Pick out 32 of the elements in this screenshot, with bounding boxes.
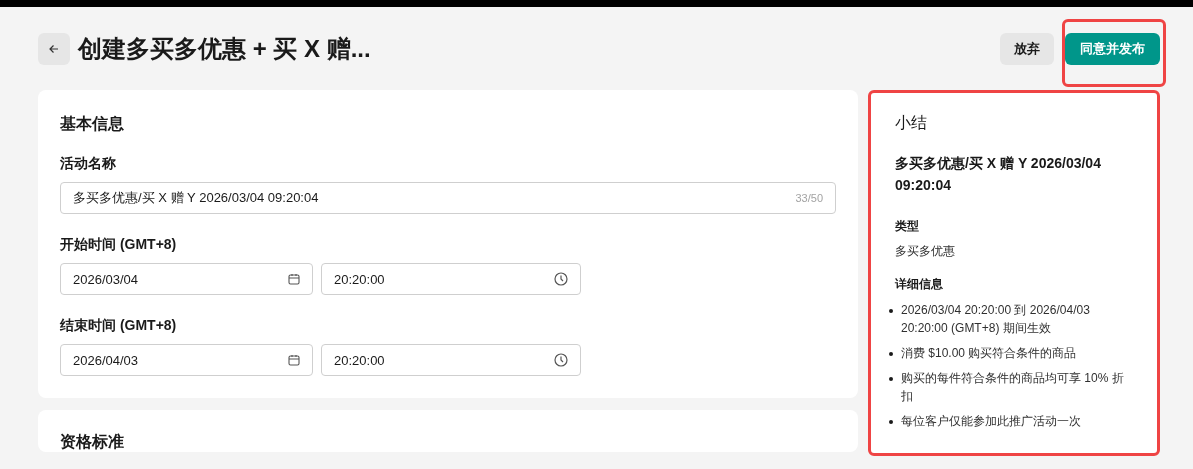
publish-button[interactable]: 同意并发布 — [1065, 33, 1160, 65]
back-arrow-icon — [48, 43, 60, 55]
type-value: 多买多优惠 — [895, 243, 956, 260]
time-field[interactable]: 20:20:00 — [321, 344, 581, 376]
back-button[interactable] — [38, 33, 70, 65]
date-field[interactable]: 2026/04/03 — [60, 344, 313, 376]
bullet-icon — [889, 420, 893, 424]
bullet-icon — [889, 377, 893, 381]
bullet-icon — [889, 352, 893, 356]
detail-item: 购买的每件符合条件的商品均可享 10% 折扣 — [901, 370, 1125, 405]
clock-icon — [554, 272, 568, 286]
section-title: 基本信息 — [60, 114, 125, 134]
date-field[interactable]: 2026/03/04 — [60, 263, 313, 295]
field-label: 活动名称 — [60, 155, 117, 173]
bullet-icon — [889, 309, 893, 313]
details-label: 详细信息 — [895, 276, 944, 293]
summary-title: 小结 — [895, 113, 928, 133]
field-label: 结束时间 (GMT+8) — [60, 317, 178, 335]
detail-item: 2026/03/04 20:20:00 到 2026/04/03 20:20:00 (GMT+8) 期间生效 — [901, 302, 1091, 337]
promotion-name: 多买多优惠/买 X 赠 Y 2026/03/04 09:20:04 — [895, 154, 1102, 195]
section-title: 资格标准 — [60, 432, 125, 452]
field-label: 开始时间 (GMT+8) — [60, 236, 178, 254]
time-field[interactable]: 20:20:00 — [321, 263, 581, 295]
type-label: 类型 — [895, 218, 920, 235]
calendar-icon — [288, 354, 300, 366]
page-title: 创建多买多优惠 + 买 X 赠... — [78, 34, 372, 64]
calendar-icon — [288, 273, 300, 285]
detail-item: 每位客户仅能参加此推广活动一次 — [901, 413, 1081, 430]
name-field[interactable]: 多买多优惠/买 X 赠 Y 2026/03/04 09:20:04 33/50 — [60, 182, 836, 214]
clock-icon — [554, 353, 568, 367]
discard-button[interactable]: 放弃 — [1000, 33, 1054, 65]
detail-item: 消费 $10.00 购买符合条件的商品 — [901, 345, 1077, 362]
